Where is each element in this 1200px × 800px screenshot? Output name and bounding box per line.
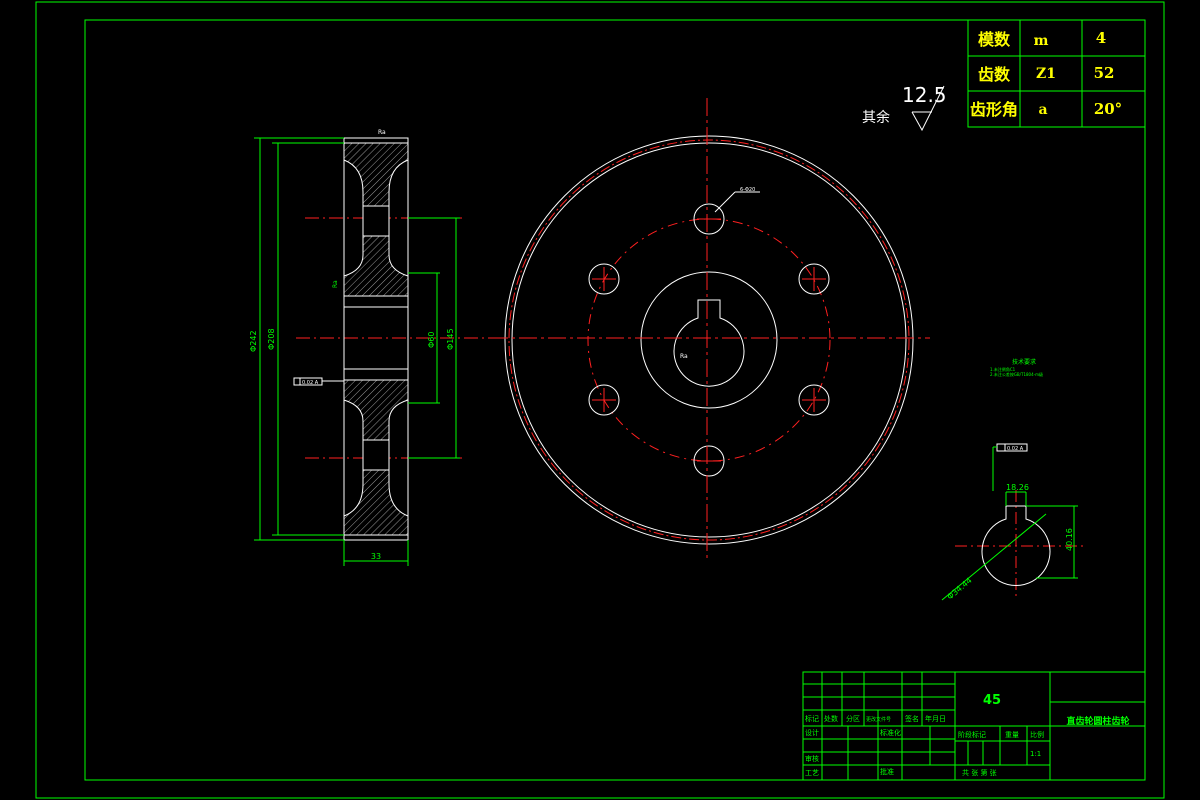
label-count: 处数 <box>824 714 838 723</box>
keyway-dim-top: 18.26 <box>1006 483 1029 492</box>
label-stage-mark: 阶段标记 <box>958 730 986 739</box>
side-tolerance-frame: 0.02 A <box>293 377 344 386</box>
label-design: 设计 <box>805 728 819 737</box>
param-value-teeth: 52 <box>1094 64 1115 82</box>
label-mark: 标记 <box>805 714 819 723</box>
label-change-doc: 更改文件号 <box>866 716 891 723</box>
param-symbol-teeth: Z1 <box>1036 66 1056 82</box>
label-scale: 比例 <box>1030 730 1044 739</box>
dim-d145: Φ145 <box>446 328 455 350</box>
roughness-symbol: 其余 12.5 <box>862 83 947 132</box>
keyway-tolerance-text: 0.02 A <box>1007 446 1024 452</box>
side-tolerance-text: 0.02 A <box>302 380 319 386</box>
param-value-angle: 20° <box>1094 100 1122 118</box>
technical-requirements: 技术要求 1.未注倒角C1 2.未注公差按GB/T1804-m级 <box>990 358 1043 377</box>
dim-d60: Φ60 <box>427 332 436 348</box>
bore-with-keyway <box>673 299 745 387</box>
param-name-angle: 齿形角 <box>970 100 1018 119</box>
gear-side-section: Φ242 Φ208 Φ60 Φ145 33 Ra Ra 0.02 A <box>249 129 490 566</box>
param-symbol-module: m <box>1034 33 1049 49</box>
hole-note: 6-Φ20 <box>740 187 755 193</box>
label-sign: 签名 <box>905 714 919 723</box>
side-roughness-mark: Ra <box>332 280 339 288</box>
label-standard: 标准化 <box>880 728 901 737</box>
label-check: 审核 <box>805 754 819 763</box>
keyway-detail: 0.02 A 18.26 40.16 Φ34.44 <box>941 443 1085 602</box>
label-scale-value: 1:1 <box>1030 750 1041 758</box>
label-zone: 分区 <box>846 714 860 723</box>
dim-d208: Φ208 <box>267 328 276 350</box>
gear-parameters-table: 模数 m 4 齿数 Z1 52 齿形角 a 20° <box>967 19 1146 128</box>
hub-circle <box>640 271 778 409</box>
param-name-module: 模数 <box>978 30 1011 49</box>
label-date: 年月日 <box>925 714 946 723</box>
keyway-dim-diameter: Φ34.44 <box>946 576 974 602</box>
label-craft: 工艺 <box>805 769 819 777</box>
title-block: 45 直齿轮圆柱齿轮 标记 处数 分区 更改文件号 签名 年月日 设计 标准化 … <box>802 671 1146 781</box>
top-roughness-mark: Ra <box>378 129 386 136</box>
tech-req-item-2: 2.未注公差按GB/T1804-m级 <box>990 371 1043 377</box>
gear-front-view: 6-Φ20 Ra <box>490 98 930 558</box>
title-material: 45 <box>983 693 1001 708</box>
dim-d242: Φ242 <box>249 330 258 352</box>
drawing-canvas: 模数 m 4 齿数 Z1 52 齿形角 a 20° 其余 12.5 Φ242 Φ… <box>35 1 1165 799</box>
bore-roughness-mark: Ra <box>680 353 688 360</box>
label-weight: 重量 <box>1005 731 1019 739</box>
param-symbol-angle: a <box>1038 102 1047 118</box>
roughness-label: 其余 <box>862 109 890 126</box>
param-value-module: 4 <box>1096 29 1106 47</box>
keyway-dim-height: 40.16 <box>1065 528 1074 551</box>
dim-width: 33 <box>371 552 381 561</box>
param-name-teeth: 齿数 <box>978 65 1011 84</box>
label-approve: 批准 <box>880 767 894 776</box>
tech-req-title: 技术要求 <box>1012 358 1036 366</box>
title-part-name: 直齿轮圆柱齿轮 <box>1066 715 1129 727</box>
label-sheets: 共 张 第 张 <box>962 768 997 777</box>
